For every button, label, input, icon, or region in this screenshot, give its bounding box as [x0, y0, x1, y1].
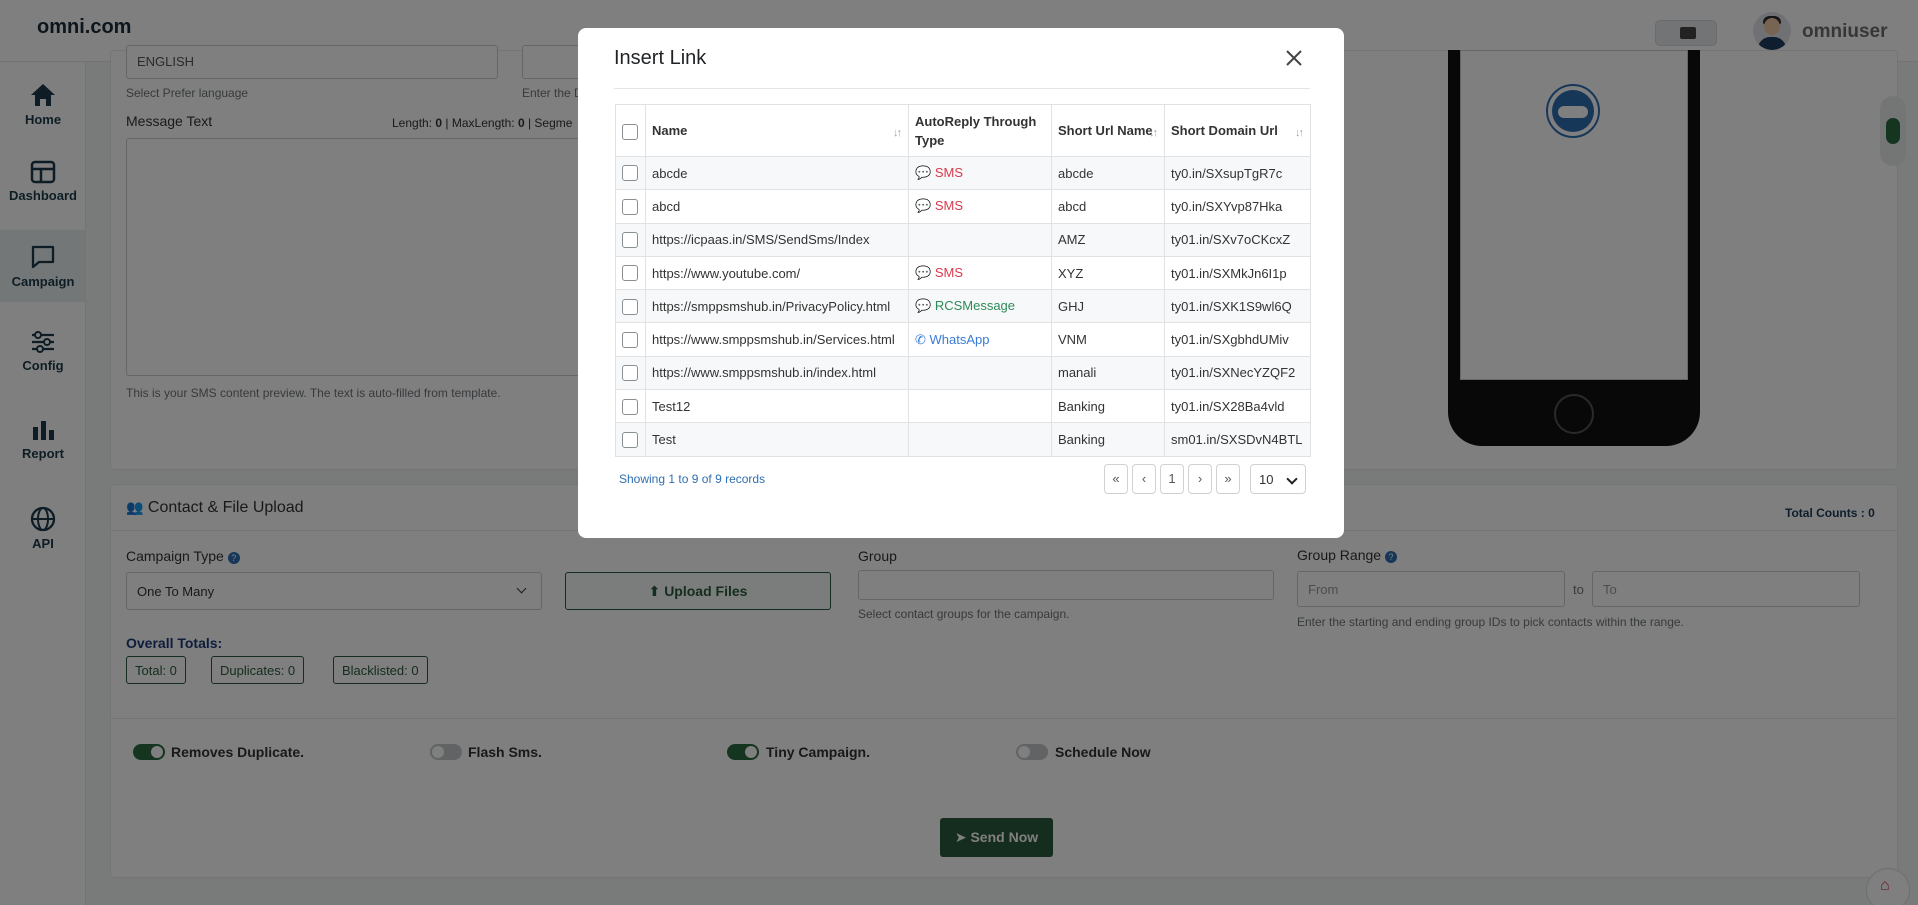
- type-cell: ✆ WhatsApp: [908, 322, 1052, 357]
- records-info: Showing 1 to 9 of 9 records: [619, 472, 766, 486]
- name-cell: https://www.youtube.com/: [645, 255, 909, 291]
- row-select-cell: [615, 322, 646, 357]
- table-row[interactable]: https://smppsmshub.in/PrivacyPolicy.html…: [615, 289, 1311, 324]
- table-row[interactable]: https://www.smppsmshub.in/Services.html ✆…: [615, 322, 1311, 357]
- row-checkbox[interactable]: [622, 331, 638, 348]
- short-url-cell: ty01.in/SXgbhdUMiv: [1164, 322, 1311, 357]
- type-cell: 💬 SMS: [908, 189, 1052, 224]
- column-header-short-url[interactable]: Short Domain Url ↓↑: [1164, 104, 1311, 157]
- name-cell: https://icpaas.in/SMS/SendSms/Index: [645, 222, 909, 257]
- type-label: SMS: [934, 198, 963, 214]
- type-label: SMS: [934, 265, 963, 281]
- short-name-cell: Banking: [1051, 422, 1165, 457]
- row-select-cell: [615, 289, 646, 324]
- column-header-short-name[interactable]: Short Url Name ↓↑: [1051, 104, 1165, 157]
- pagination-first[interactable]: «: [1104, 464, 1128, 494]
- close-icon: [1286, 50, 1302, 66]
- insert-link-modal: Insert Link Name ↓↑ AutoReply Through Typ…: [578, 28, 1344, 538]
- row-checkbox[interactable]: [622, 198, 638, 215]
- pagination-page[interactable]: 1: [1160, 464, 1184, 494]
- type-cell: 💬 SMS: [908, 255, 1052, 291]
- table-row[interactable]: Test Banking sm01.in/SXSDvN4BTL: [615, 422, 1311, 457]
- short-name-cell: abcd: [1051, 189, 1165, 224]
- short-url-cell: ty01.in/SXNecYZQF2: [1164, 355, 1311, 391]
- short-url-cell: sm01.in/SXSDvN4BTL: [1164, 422, 1311, 457]
- pagination-next[interactable]: ›: [1188, 464, 1212, 494]
- row-checkbox[interactable]: [622, 265, 638, 282]
- type-cell: [908, 389, 1052, 424]
- type-cell: [908, 355, 1052, 391]
- row-checkbox[interactable]: [622, 431, 638, 448]
- row-checkbox[interactable]: [622, 365, 638, 382]
- table-row[interactable]: abcde 💬 SMS abcde ty0.in/SXsupTgR7c: [615, 155, 1311, 191]
- type-label: SMS: [934, 165, 963, 181]
- name-cell: abcd: [645, 189, 909, 224]
- column-header-type[interactable]: AutoReply Through Type: [908, 104, 1052, 157]
- type-label: RCSMessage: [934, 298, 1016, 314]
- short-name-cell: Banking: [1051, 389, 1165, 424]
- type-cell: 💬 RCSMessage: [908, 289, 1052, 324]
- whatsapp-icon: ✆: [915, 331, 926, 347]
- table-row[interactable]: https://www.smppsmshub.in/index.html mana…: [615, 355, 1311, 391]
- row-select-cell: [615, 355, 646, 391]
- row-select-cell: [615, 222, 646, 257]
- row-checkbox[interactable]: [622, 398, 638, 415]
- name-cell: Test: [645, 422, 909, 457]
- short-url-cell: ty0.in/SXYvp87Hka: [1164, 189, 1311, 224]
- table-row[interactable]: abcd 💬 SMS abcd ty0.in/SXYvp87Hka: [615, 189, 1311, 224]
- sort-icon: ↓↑: [1149, 127, 1158, 139]
- short-name-cell: manali: [1051, 355, 1165, 391]
- short-url-cell: ty01.in/SXMkJn6I1p: [1164, 255, 1311, 291]
- close-button[interactable]: [1282, 46, 1306, 70]
- short-url-cell: ty0.in/SXsupTgR7c: [1164, 155, 1311, 191]
- row-select-cell: [615, 155, 646, 191]
- sort-icon: ↓↑: [893, 127, 902, 139]
- row-select-cell: [615, 422, 646, 457]
- page-size-select[interactable]: 10: [1250, 464, 1306, 494]
- name-cell: https://www.smppsmshub.in/Services.html: [645, 322, 909, 357]
- row-select-cell: [615, 255, 646, 291]
- name-cell: abcde: [645, 155, 909, 191]
- sms-icon: 💬: [915, 198, 932, 214]
- rcs-icon: 💬: [915, 298, 932, 314]
- short-url-cell: ty01.in/SXv7oCKcxZ: [1164, 222, 1311, 257]
- name-cell: https://smppsmshub.in/PrivacyPolicy.html: [645, 289, 909, 324]
- row-checkbox[interactable]: [622, 165, 638, 182]
- short-url-cell: ty01.in/SX28Ba4vld: [1164, 389, 1311, 424]
- select-all-checkbox[interactable]: [622, 123, 638, 140]
- short-name-cell: AMZ: [1051, 222, 1165, 257]
- table-header-row: Name ↓↑ AutoReply Through Type Short Url …: [615, 104, 1311, 157]
- pagination-prev[interactable]: ‹: [1132, 464, 1156, 494]
- name-cell: Test12: [645, 389, 909, 424]
- short-name-cell: GHJ: [1051, 289, 1165, 324]
- row-checkbox[interactable]: [622, 232, 638, 249]
- row-checkbox[interactable]: [622, 298, 638, 315]
- row-select-cell: [615, 389, 646, 424]
- short-url-cell: ty01.in/SXK1S9wl6Q: [1164, 289, 1311, 324]
- modal-title: Insert Link: [614, 47, 707, 69]
- sort-icon: ↓↑: [1295, 127, 1304, 139]
- sms-icon: 💬: [915, 265, 932, 281]
- type-cell: [908, 422, 1052, 457]
- type-label: WhatsApp: [929, 331, 990, 347]
- links-table: Name ↓↑ AutoReply Through Type Short Url …: [615, 104, 1311, 457]
- short-name-cell: VNM: [1051, 322, 1165, 357]
- table-row[interactable]: Test12 Banking ty01.in/SX28Ba4vld: [615, 389, 1311, 424]
- select-all-cell: [615, 104, 646, 157]
- sms-icon: 💬: [915, 165, 932, 181]
- table-row[interactable]: https://www.youtube.com/💬 SMS XYZ ty01.in/…: [615, 255, 1311, 291]
- column-header-name[interactable]: Name ↓↑: [645, 104, 909, 157]
- pagination-last[interactable]: »: [1216, 464, 1240, 494]
- short-name-cell: XYZ: [1051, 255, 1165, 291]
- short-name-cell: abcde: [1051, 155, 1165, 191]
- table-row[interactable]: https://icpaas.in/SMS/SendSms/Index AMZ ty…: [615, 222, 1311, 257]
- row-select-cell: [615, 189, 646, 224]
- type-cell: 💬 SMS: [908, 155, 1052, 191]
- type-cell: [908, 222, 1052, 257]
- name-cell: https://www.smppsmshub.in/index.html: [645, 355, 909, 391]
